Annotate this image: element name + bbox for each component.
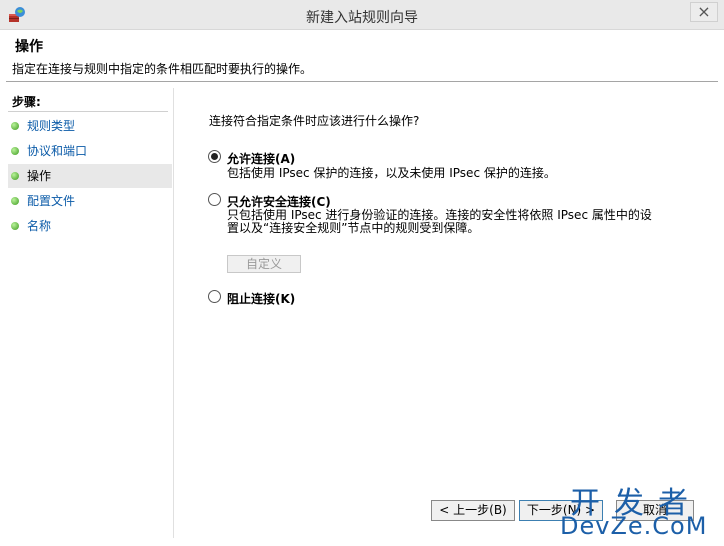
step-name[interactable]: 名称 [8,214,172,238]
question-text: 连接符合指定条件时应该进行什么操作? [209,114,420,128]
step-status-icon [11,222,19,230]
step-profile[interactable]: 配置文件 [8,189,172,213]
next-button[interactable]: 下一步(N) > [519,500,603,521]
step-label: 名称 [27,219,52,233]
steps-header: 步骤: [12,95,41,109]
steps-divider [8,111,168,112]
steps-pane: 步骤: 规则类型 协议和端口 操作 配置文件 名称 [6,88,174,538]
back-button[interactable]: < 上一步(B) [431,500,515,521]
wizard-header: 操作 指定在连接与规则中指定的条件相匹配时要执行的操作。 [6,30,718,82]
step-label: 配置文件 [27,194,76,208]
step-status-icon [11,172,19,180]
step-label: 规则类型 [27,119,76,133]
step-status-icon [11,197,19,205]
cancel-button[interactable]: 取消 [616,500,694,521]
allow-secure-radio[interactable] [208,193,221,206]
step-protocol-ports[interactable]: 协议和端口 [8,139,172,163]
step-action[interactable]: 操作 [8,164,172,188]
close-button[interactable]: × [690,2,718,22]
main-pane: 连接符合指定条件时应该进行什么操作? 允许连接(A) 包括使用 IPsec 保护… [176,88,718,538]
step-status-icon [11,147,19,155]
block-connection-radio[interactable] [208,290,221,303]
allow-secure-desc-line2: 置以及“连接安全规则”节点中的规则受到保障。 [227,221,480,235]
page-description: 指定在连接与规则中指定的条件相匹配时要执行的操作。 [12,62,313,76]
title-bar: 新建入站规则向导 × [0,0,724,30]
allow-connection-desc: 包括使用 IPsec 保护的连接，以及未使用 IPsec 保护的连接。 [227,166,556,180]
page-title: 操作 [15,39,43,55]
window-title: 新建入站规则向导 [306,10,418,26]
block-connection-label[interactable]: 阻止连接(K) [227,290,295,307]
step-label: 协议和端口 [27,144,88,158]
step-rule-type[interactable]: 规则类型 [8,114,172,138]
step-label: 操作 [27,169,52,183]
step-status-icon [11,122,19,130]
allow-connection-radio[interactable] [208,150,221,163]
allow-connection-label[interactable]: 允许连接(A) [227,150,295,167]
customize-button[interactable]: 自定义 [227,255,301,273]
